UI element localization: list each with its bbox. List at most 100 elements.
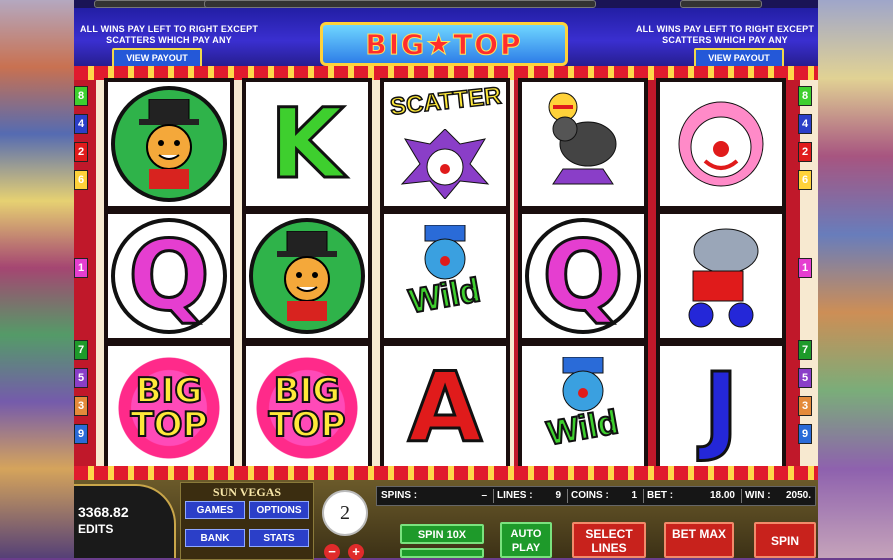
scatter-text: SCATTER (388, 82, 503, 122)
coin-size-value: 2 (322, 490, 368, 536)
payline-number[interactable]: 4 (798, 114, 812, 134)
symbol-letter: J (702, 352, 741, 464)
payline-number[interactable]: 2 (798, 142, 812, 162)
win-label: WIN : (745, 490, 771, 501)
spin-button[interactable]: SPIN (754, 522, 816, 558)
background-right (818, 0, 893, 558)
symbol-k: K (246, 82, 368, 206)
view-payout-button-left[interactable]: VIEW PAYOUT (112, 48, 202, 68)
payline-number[interactable]: 6 (798, 170, 812, 190)
symbol-ringmaster-lion (108, 82, 230, 206)
bet-label: BET : (647, 490, 674, 501)
reel-1: Q BIG TOP (104, 78, 234, 478)
win-value: 2050. (785, 490, 811, 501)
reel-3: SCATTER Wild A (380, 78, 510, 478)
lines-value: 9 (555, 490, 561, 501)
control-panel: 3368.82 EDITS SUN VEGAS GAMES OPTIONS BA… (74, 480, 818, 560)
bet-value: 18.00 (709, 490, 735, 501)
symbol-elephant (660, 214, 782, 338)
reel-5: J (656, 78, 786, 478)
lion-icon (249, 218, 365, 334)
symbol-big-top: BIG TOP (108, 346, 230, 470)
view-payout-button-right[interactable]: VIEW PAYOUT (694, 48, 784, 68)
background-left (0, 0, 74, 558)
coin-size-selector: 2 − + (318, 484, 370, 560)
starburst-icon: BIG TOP (110, 349, 228, 467)
divider (493, 489, 494, 503)
bet-max-button[interactable]: BET MAX (664, 522, 734, 558)
coins-stat: COINS : 1 (571, 487, 641, 505)
top-slot (94, 0, 216, 8)
divider (567, 489, 568, 503)
payline-number[interactable]: 7 (74, 340, 88, 360)
clown-face-icon (400, 129, 490, 199)
top-slot (204, 0, 596, 8)
lion-icon (111, 86, 227, 202)
games-button[interactable]: GAMES (185, 501, 245, 519)
symbol-a: A (384, 346, 506, 470)
payline-number[interactable]: 2 (74, 142, 88, 162)
reel-4: Q Wild (518, 78, 648, 478)
symbol-letter: Q (541, 220, 626, 332)
big-top-text-1: BIG (273, 371, 341, 411)
spin-10x-button[interactable]: SPIN 10X (400, 524, 484, 544)
credit-label: EDITS (78, 522, 114, 536)
payline-number[interactable]: 1 (74, 258, 88, 278)
symbol-q: Q (108, 214, 230, 338)
payline-number[interactable]: 9 (798, 424, 812, 444)
payline-number[interactable]: 3 (798, 396, 812, 416)
symbol-letter: Q (127, 220, 212, 332)
auto-play-button[interactable]: AUTO PLAY (500, 522, 552, 558)
spins-stat: SPINS : – (381, 487, 491, 505)
payline-number[interactable]: 4 (74, 114, 88, 134)
stats-bar: SPINS : – LINES : 9 COINS : 1 BET : 18.00 WI… (376, 486, 816, 506)
bottom-awning (74, 466, 818, 480)
pay-rule-note-left: ALL WINS PAY LEFT TO RIGHT EXCEPT SCATTE… (79, 24, 259, 45)
payline-number[interactable]: 9 (74, 424, 88, 444)
credit-value: 3368.82 (78, 504, 129, 520)
symbol-big-top: BIG TOP (246, 346, 368, 470)
coins-value: 1 (631, 490, 637, 501)
payline-number[interactable]: 7 (798, 340, 812, 360)
select-lines-button[interactable]: SELECT LINES (572, 522, 646, 558)
options-button[interactable]: OPTIONS (249, 501, 309, 519)
elephant-icon (688, 228, 759, 328)
bank-button[interactable]: BANK (185, 529, 245, 547)
pay-rule-note-right: ALL WINS PAY LEFT TO RIGHT EXCEPT SCATTE… (635, 24, 815, 45)
spins-value: – (481, 490, 487, 501)
reel-2: K BIG TOP (242, 78, 372, 478)
payline-number[interactable]: 5 (798, 368, 812, 388)
payline-number[interactable]: 6 (74, 170, 88, 190)
logo-text: BIG★TOP (365, 28, 523, 62)
casino-menu: SUN VEGAS GAMES OPTIONS BANK STATS (180, 482, 314, 560)
payline-number[interactable]: 3 (74, 396, 88, 416)
big-top-text-1: BIG (135, 371, 203, 411)
casino-name: SUN VEGAS (212, 485, 282, 499)
payline-number[interactable]: 8 (798, 86, 812, 106)
win-stat: WIN : 2050. (745, 487, 815, 505)
payline-number[interactable]: 8 (74, 86, 88, 106)
symbol-seal (522, 82, 644, 206)
lines-stat: LINES : 9 (497, 487, 565, 505)
coins-label: COINS : (571, 490, 609, 501)
symbol-ringmaster-lion (246, 214, 368, 338)
spin-button-secondary[interactable] (400, 548, 484, 558)
top-decor (74, 0, 818, 8)
spins-label: SPINS : (381, 490, 418, 501)
game-logo: BIG★TOP (320, 22, 568, 66)
big-top-text-2: TOP (267, 405, 346, 445)
payline-number[interactable]: 5 (74, 368, 88, 388)
lines-label: LINES : (497, 490, 533, 501)
credit-display: 3368.82 EDITS (74, 484, 176, 558)
payline-number[interactable]: 1 (798, 258, 812, 278)
clown-icon (678, 101, 764, 187)
bet-stat: BET : 18.00 (647, 487, 739, 505)
top-bar: ALL WINS PAY LEFT TO RIGHT EXCEPT SCATTE… (74, 0, 818, 68)
starburst-icon: BIG TOP (248, 349, 366, 467)
symbol-wild: Wild (522, 346, 644, 470)
divider (643, 489, 644, 503)
stats-button[interactable]: STATS (249, 529, 309, 547)
symbol-clown (660, 82, 782, 206)
slot-machine: ALL WINS PAY LEFT TO RIGHT EXCEPT SCATTE… (74, 0, 818, 560)
big-top-text-2: TOP (129, 405, 208, 445)
